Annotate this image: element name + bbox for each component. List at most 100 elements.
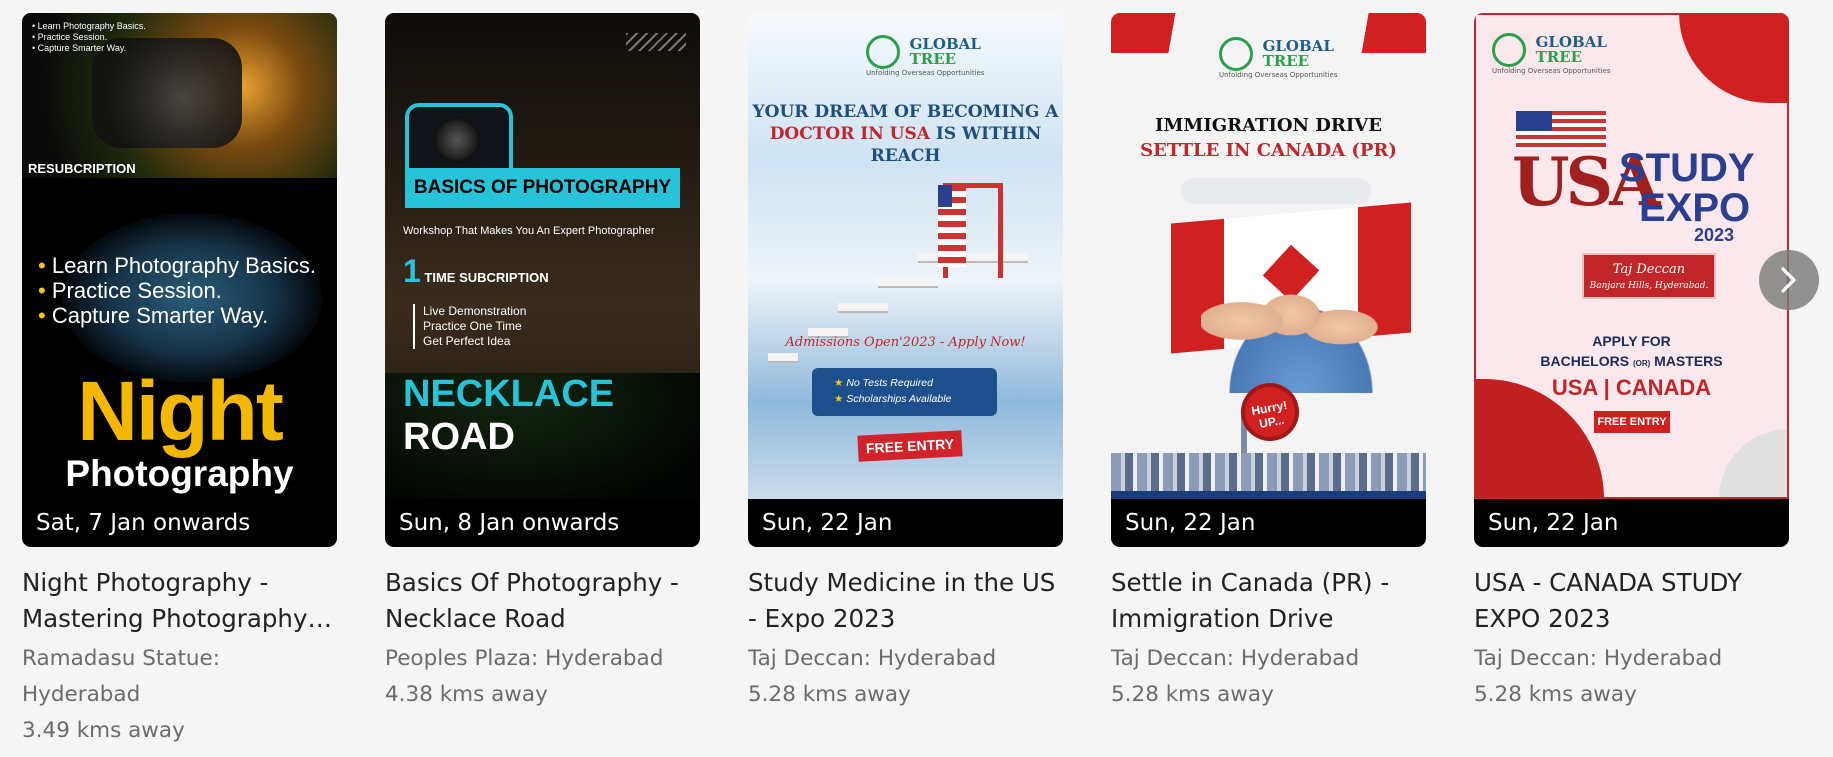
event-venue: Taj Deccan: Hyderabad (1474, 646, 1723, 671)
free-entry-badge: FREE ENTRY (1594, 411, 1670, 433)
chevron-right-icon (1781, 267, 1796, 293)
brand-name-2: TREE (1535, 48, 1583, 66)
brand-tagline: Unfolding Overseas Opportunities (1492, 67, 1611, 75)
poster-subtitle: RESUBCRIPTION (28, 161, 136, 176)
event-distance: 4.38 kms away (385, 682, 548, 707)
event-distance: 5.28 kms away (1111, 682, 1274, 707)
event-card[interactable]: GLOBAL TREE Unfolding Overseas Opportunit… (1474, 13, 1789, 749)
poster-list: Live Demonstration Practice One Time Get… (413, 304, 526, 349)
poster-headline: Night (77, 364, 284, 458)
event-poster[interactable]: BASICS OF PHOTOGRAPHY Workshop That Make… (385, 13, 700, 547)
poster-admissions: Admissions Open'2023 - Apply Now! (785, 335, 1026, 350)
event-title[interactable]: Study Medicine in the US - Expo 2023 (748, 565, 1063, 637)
brand-logo: GLOBAL TREE Unfolding Overseas Opportunit… (1492, 33, 1610, 75)
brand-logo: GLOBAL TREE Unfolding Overseas Opportunit… (866, 35, 984, 77)
poster-expo: EXPO (1639, 186, 1751, 230)
poster-perk: No Tests Required (846, 377, 933, 389)
event-title[interactable]: Settle in Canada (PR) - Immigration Driv… (1111, 565, 1426, 637)
decor-hatch (626, 33, 686, 51)
event-date: Sun, 8 Jan onwards (385, 499, 700, 547)
poster-subscription-text: TIME SUBCRIPTION (424, 270, 549, 285)
brand-logo: GLOBAL TREE Unfolding Overseas Opportunit… (1219, 37, 1337, 79)
event-poster[interactable]: GLOBAL TREE Unfolding Overseas Opportunit… (1474, 13, 1789, 547)
free-entry-badge: FREE ENTRY (857, 430, 963, 462)
event-card[interactable]: GLOBAL TREE Unfolding Overseas Opportunit… (1111, 13, 1426, 749)
brand-tagline: Unfolding Overseas Opportunities (1219, 71, 1338, 79)
poster-apply-line: APPLY FOR (1592, 333, 1671, 349)
poster-mini-text: • Learn Photography Basics. • Practice S… (32, 21, 146, 53)
poster-location-a: NECKLACE (403, 373, 615, 415)
event-venue: Taj Deccan: Hyderabad (1111, 646, 1360, 671)
poster-headline-line: IMMIGRATION DRIVE (1155, 115, 1382, 136)
poster-headline-highlight: DOCTOR IN USA (769, 124, 930, 144)
poster-list-item: Get Perfect Idea (423, 334, 511, 348)
poster-subheadline: Photography (65, 453, 294, 494)
brand-name-2: TREE (1262, 52, 1310, 70)
poster-art: GLOBAL TREE Unfolding Overseas Opportunit… (1474, 13, 1789, 499)
poster-banner: BASICS OF PHOTOGRAPHY (405, 168, 680, 208)
poster-study: STUDY (1619, 146, 1755, 190)
event-poster[interactable]: GLOBAL TREE Unfolding Overseas Opportunit… (748, 13, 1063, 547)
airplane-illustration (1181, 178, 1371, 204)
event-venue: Peoples Plaza: Hyderabad (385, 646, 664, 671)
event-carousel: • Learn Photography Basics. • Practice S… (22, 13, 1789, 749)
poster-list-item: Live Demonstration (423, 304, 527, 318)
event-venue: Ramadasu Statue: Hyderabad (22, 646, 221, 707)
brand-tagline: Unfolding Overseas Opportunities (866, 69, 985, 77)
poster-tagline: Workshop That Makes You An Expert Photog… (403, 225, 655, 237)
poster-bullet: Learn Photography Basics. (51, 253, 316, 278)
poster-apply-a: BACHELORS (1540, 353, 1630, 369)
poster-list-item: Practice One Time (423, 319, 522, 333)
poster-apply: APPLY FOR BACHELORS (OR) MASTERS (1474, 331, 1789, 374)
event-title[interactable]: Basics Of Photography - Necklace Road (385, 565, 700, 637)
poster-headline-highlight: SETTLE IN CANADA (PR) (1140, 140, 1397, 161)
globe-icon (1492, 33, 1526, 67)
poster-art: BASICS OF PHOTOGRAPHY Workshop That Make… (385, 13, 700, 499)
poster-art: GLOBAL TREE Unfolding Overseas Opportunit… (1111, 13, 1426, 499)
poster-headline-line: YOUR DREAM OF BECOMING A (752, 102, 1059, 122)
poster-venue-name: Taj Deccan (1612, 262, 1686, 277)
event-date: Sun, 22 Jan (1474, 499, 1789, 547)
poster-study-expo: STUDY EXPO (1619, 148, 1755, 228)
poster-venue: Taj Deccan Banjara Hills, Hyderabad. (1582, 253, 1716, 299)
poster-location: NECKLACE ROAD (403, 373, 700, 459)
poster-location-b: ROAD (403, 416, 515, 458)
event-date: Sun, 22 Jan (1111, 499, 1426, 547)
event-card[interactable]: BASICS OF PHOTOGRAPHY Workshop That Make… (385, 13, 700, 749)
event-poster[interactable]: GLOBAL TREE Unfolding Overseas Opportunit… (1111, 13, 1426, 547)
poster-apply-b: MASTERS (1654, 353, 1723, 369)
event-venue: Taj Deccan: Hyderabad (748, 646, 997, 671)
event-date: Sun, 22 Jan (748, 499, 1063, 547)
event-title[interactable]: Night Photography - Mastering Photograph… (22, 565, 337, 637)
carousel-next-button[interactable] (1759, 250, 1819, 310)
poster-art: GLOBAL TREE Unfolding Overseas Opportunit… (748, 13, 1063, 499)
event-card[interactable]: • Learn Photography Basics. • Practice S… (22, 13, 337, 749)
globe-icon (866, 35, 900, 69)
event-distance: 5.28 kms away (1474, 682, 1637, 707)
poster-headline: IMMIGRATION DRIVE SETTLE IN CANADA (PR) (1111, 113, 1426, 163)
globe-icon (1219, 37, 1253, 71)
poster-bullet: Capture Smarter Way. (51, 303, 269, 328)
brand-name-2: TREE (909, 50, 957, 68)
poster-number: 1 (403, 253, 421, 289)
city-skyline (1111, 453, 1426, 499)
poster-year: 2023 (1694, 225, 1735, 245)
poster-bullets: • Learn Photography Basics. • Practice S… (38, 253, 316, 328)
poster-venue-sub: Banjara Hills, Hyderabad. (1589, 281, 1709, 291)
poster-countries: USA | CANADA (1551, 375, 1712, 400)
poster-headline: YOUR DREAM OF BECOMING A DOCTOR IN USA I… (748, 101, 1063, 167)
poster-apply-or: (OR) (1632, 359, 1651, 368)
poster-perk: Scholarships Available (846, 393, 952, 405)
event-distance: 3.49 kms away (22, 718, 185, 743)
event-poster[interactable]: • Learn Photography Basics. • Practice S… (22, 13, 337, 547)
event-card[interactable]: GLOBAL TREE Unfolding Overseas Opportunit… (748, 13, 1063, 749)
poster-art: • Learn Photography Basics. • Practice S… (22, 13, 337, 499)
people-photo (1201, 273, 1401, 393)
poster-subscription: 1 TIME SUBCRIPTION (403, 253, 549, 290)
poster-perks: ★ No Tests Required ★ Scholarships Avail… (812, 368, 997, 416)
event-date: Sat, 7 Jan onwards (22, 499, 337, 547)
poster-bullet: Practice Session. (51, 278, 222, 303)
us-flag (938, 185, 966, 267)
event-title[interactable]: USA - CANADA STUDY EXPO 2023 (1474, 565, 1789, 637)
event-distance: 5.28 kms away (748, 682, 911, 707)
